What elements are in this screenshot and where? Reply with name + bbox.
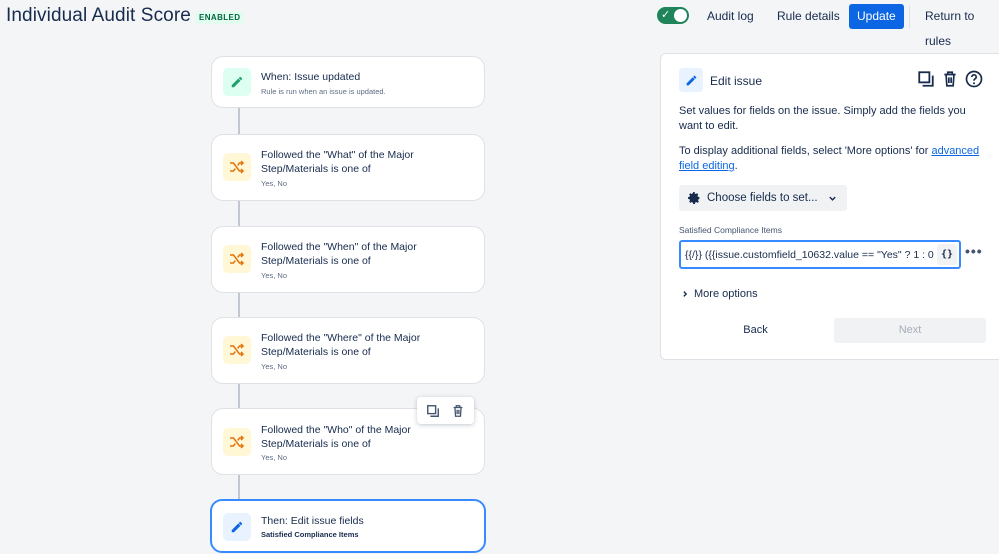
card-title: Followed the "Where" of the Major Step/M… xyxy=(261,332,421,358)
card-title: Followed the "Who" of the Major Step/Mat… xyxy=(261,424,411,450)
card-title: When: Issue updated xyxy=(261,71,361,83)
next-button[interactable]: Next xyxy=(834,318,986,343)
card-subtitle: Yes, No xyxy=(261,271,287,280)
status-badge: ENABLED xyxy=(195,11,245,24)
condition-card-when[interactable]: Followed the "When" of the Major Step/Ma… xyxy=(211,226,485,293)
help-icon[interactable] xyxy=(965,70,983,88)
header: Individual Audit Score ENABLED ✓ Audit l… xyxy=(0,0,999,48)
field-label: Satisfied Compliance Items xyxy=(679,225,782,235)
gear-icon xyxy=(687,191,701,205)
card-subtitle: Yes, No xyxy=(261,453,287,462)
shuffle-icon xyxy=(223,336,251,364)
audit-log-button[interactable]: Audit log xyxy=(699,4,762,29)
rule-details-button[interactable]: Rule details xyxy=(769,4,848,29)
edit-issue-panel: Edit issue Set values for fields on the … xyxy=(660,53,999,360)
shuffle-icon xyxy=(223,153,251,181)
card-hover-actions xyxy=(417,397,474,424)
choose-fields-label: Choose fields to set... xyxy=(707,192,818,204)
hint-text: To display additional fields, select 'Mo… xyxy=(679,145,932,157)
panel-title: Edit issue xyxy=(710,74,763,88)
rule-enabled-toggle[interactable]: ✓ xyxy=(657,7,689,24)
pencil-icon xyxy=(679,68,703,92)
card-title: Followed the "When" of the Major Step/Ma… xyxy=(261,241,417,267)
card-title: Followed the "What" of the Major Step/Ma… xyxy=(261,149,414,175)
card-title: Then: Edit issue fields xyxy=(261,515,364,527)
header-divider xyxy=(909,5,910,28)
update-button[interactable]: Update xyxy=(849,4,904,29)
condition-card-what[interactable]: Followed the "What" of the Major Step/Ma… xyxy=(211,134,485,201)
choose-fields-button[interactable]: Choose fields to set... xyxy=(679,185,847,211)
chevron-right-icon xyxy=(681,290,689,298)
chevron-down-icon xyxy=(828,194,837,203)
card-subtitle: Rule is run when an issue is updated. xyxy=(261,87,386,96)
trash-icon[interactable] xyxy=(941,70,959,88)
pencil-icon xyxy=(223,68,251,96)
back-button[interactable]: Back xyxy=(679,318,832,343)
trash-icon[interactable] xyxy=(451,404,465,418)
card-subtitle: Satisfied Compliance Items xyxy=(261,530,359,539)
trigger-card[interactable]: When: Issue updated Rule is run when an … xyxy=(211,56,485,108)
action-card-edit-issue[interactable]: Then: Edit issue fields Satisfied Compli… xyxy=(210,499,486,553)
duplicate-icon[interactable] xyxy=(426,404,440,418)
hint-suffix: . xyxy=(734,160,738,172)
panel-tools xyxy=(917,70,983,88)
condition-card-where[interactable]: Followed the "Where" of the Major Step/M… xyxy=(211,317,485,384)
smart-value-button[interactable]: {} xyxy=(937,244,957,265)
toggle-knob xyxy=(674,9,687,22)
return-to-rules-button[interactable]: Return to rules xyxy=(917,4,999,48)
card-subtitle: Yes, No xyxy=(261,362,287,371)
page-title: Individual Audit Score xyxy=(6,5,191,26)
shuffle-icon xyxy=(223,245,251,273)
compliance-items-input[interactable] xyxy=(685,242,937,267)
more-actions-icon[interactable]: ••• xyxy=(965,243,983,259)
pencil-icon xyxy=(223,513,251,541)
advanced-editing-hint: To display additional fields, select 'Mo… xyxy=(679,144,991,174)
more-options-toggle[interactable]: More options xyxy=(681,288,758,300)
shuffle-icon xyxy=(223,428,251,456)
panel-description: Set values for fields on the issue. Simp… xyxy=(679,105,966,132)
check-icon: ✓ xyxy=(661,9,671,21)
compliance-field-wrapper: {} xyxy=(679,240,961,269)
more-options-label: More options xyxy=(694,288,758,300)
card-subtitle: Yes, No xyxy=(261,179,287,188)
duplicate-icon[interactable] xyxy=(917,70,935,88)
